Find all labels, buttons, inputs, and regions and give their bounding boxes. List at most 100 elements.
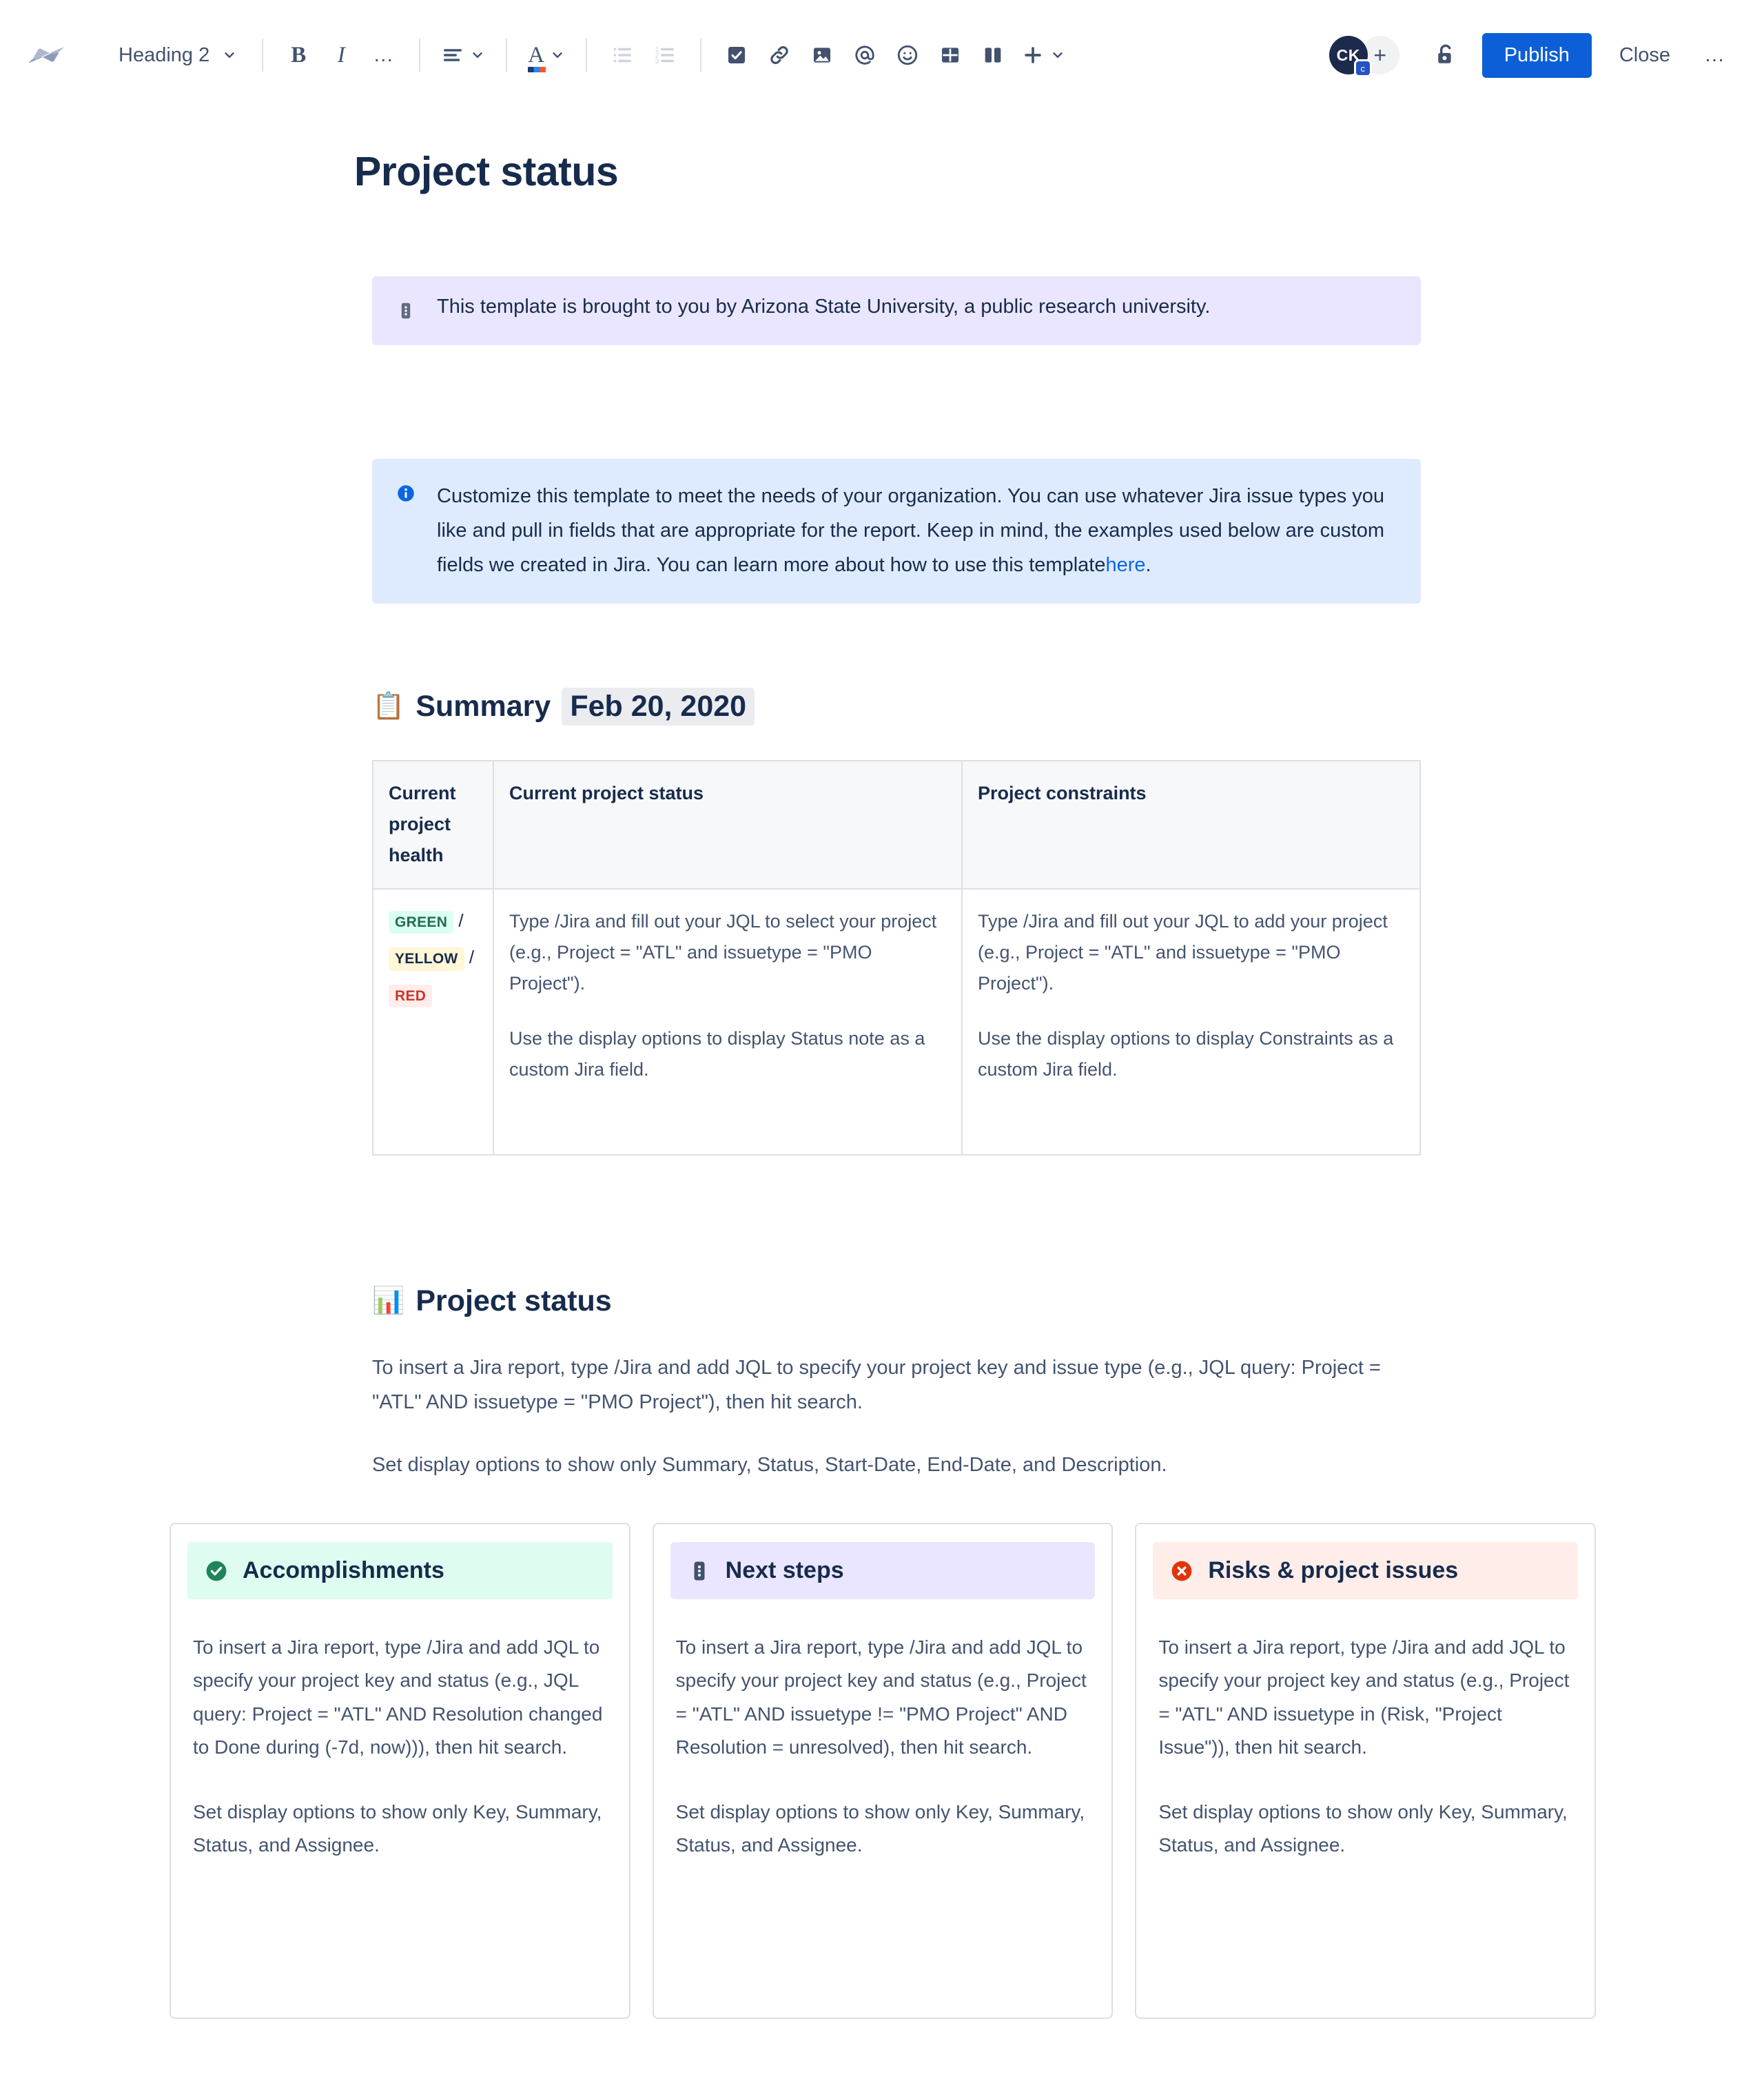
cell-paragraph: Use the display options to display Const… (978, 1027, 1394, 1080)
avatar-app-badge: c (1353, 59, 1372, 77)
info-panel-text: Customize this template to meet the need… (437, 480, 1397, 583)
summary-heading[interactable]: 📋 Summary Feb 20, 2020 (372, 687, 1410, 726)
emoji-button[interactable] (886, 34, 929, 76)
project-status-heading-label: Project status (416, 1284, 612, 1317)
link-button[interactable] (758, 34, 801, 76)
cell-paragraph: Type /Jira and fill out your JQL to sele… (509, 910, 937, 994)
card-body: To insert a Jira report, type /Jira and … (1153, 1631, 1578, 1862)
emoji-icon (897, 45, 918, 65)
toolbar-divider (419, 39, 421, 72)
cell-paragraph: Type /Jira and fill out your JQL to add … (978, 910, 1388, 994)
card-title: Next steps (725, 1557, 844, 1584)
insert-group (715, 34, 1072, 76)
date-chip[interactable]: Feb 20, 2020 (562, 687, 755, 726)
error-circle-icon (1169, 1559, 1194, 1583)
card-risks-issues[interactable]: Risks & project issues To insert a Jira … (1135, 1523, 1597, 2020)
text-color-button[interactable]: A (521, 34, 572, 76)
text-color-swatch (528, 66, 546, 72)
insert-more-button[interactable] (1014, 34, 1072, 76)
heading-style-select[interactable]: Heading 2 (107, 37, 248, 74)
numbered-list-button[interactable]: 1 2 3 (644, 34, 686, 76)
card-grid: Accomplishments To insert a Jira report,… (170, 1523, 1597, 2020)
document-content: Project status This template is brought … (354, 148, 1421, 1483)
health-line: YELLOW / (389, 943, 478, 973)
chevron-down-icon (473, 52, 482, 58)
here-link[interactable]: here (1105, 554, 1145, 576)
publish-button[interactable]: Publish (1481, 32, 1592, 78)
unlock-icon (1437, 44, 1451, 63)
italic-label: I (337, 42, 345, 68)
project-status-heading[interactable]: 📊 Project status (372, 1284, 1410, 1318)
image-icon (814, 48, 831, 63)
cell-paragraph: Use the display options to display Statu… (509, 1027, 925, 1080)
card-title: Risks & project issues (1208, 1557, 1459, 1584)
link-icon (770, 46, 788, 64)
text-align-button[interactable] (434, 34, 492, 76)
text-color-label: A (528, 42, 545, 68)
summary-table: Current project health Current project s… (372, 759, 1421, 1156)
card-next-steps[interactable]: Next steps To insert a Jira report, type… (652, 1523, 1114, 2020)
project-health-cell[interactable]: GREEN / YELLOW / RED (372, 887, 494, 1156)
table-header-row: Current project health Current project s… (372, 759, 1421, 890)
card-title: Accomplishments (243, 1557, 444, 1584)
health-line: GREEN / (389, 906, 478, 936)
more-options-icon: … (1704, 43, 1726, 66)
task-checkbox-icon (728, 47, 746, 63)
bold-button[interactable]: B (277, 34, 320, 76)
check-circle-icon (204, 1559, 229, 1583)
more-formatting-button[interactable]: … (362, 34, 405, 76)
image-button[interactable] (801, 34, 843, 76)
table-header-cell: Current project status (493, 759, 963, 890)
more-formatting-icon: … (373, 43, 396, 66)
status-badge-green: GREEN (389, 910, 454, 934)
italic-button[interactable]: I (320, 34, 362, 76)
card-paragraph: Set display options to show only Key, Su… (1158, 1800, 1568, 1856)
chevron-down-icon (225, 52, 234, 58)
mention-button[interactable] (843, 34, 886, 76)
bullet-list-button[interactable] (601, 34, 644, 76)
more-options-button[interactable]: … (1694, 34, 1736, 76)
action-item-button[interactable] (715, 34, 758, 76)
confluence-logo[interactable] (26, 35, 66, 75)
table-icon (942, 48, 959, 63)
restrictions-button[interactable] (1424, 34, 1467, 76)
card-paragraph: Set display options to show only Key, Su… (193, 1800, 602, 1856)
toolbar-divider (506, 39, 508, 72)
text-format-group: B I … (277, 34, 405, 76)
info-panel[interactable]: Customize this template to meet the need… (372, 459, 1421, 604)
project-status-cell[interactable]: Type /Jira and fill out your JQL to sele… (493, 887, 963, 1156)
note-panel-text: This template is brought to you by Arizo… (437, 296, 1211, 318)
table-button[interactable] (929, 34, 972, 76)
chevron-down-icon (553, 52, 562, 58)
card-accomplishments[interactable]: Accomplishments To insert a Jira report,… (170, 1523, 630, 2020)
note-icon (396, 297, 419, 325)
project-status-paragraph-1: To insert a Jira report, type /Jira and … (372, 1356, 1381, 1413)
add-people-label: + (1373, 42, 1387, 68)
card-body: To insert a Jira report, type /Jira and … (670, 1631, 1096, 1862)
layouts-button[interactable] (972, 34, 1014, 76)
chevron-down-icon (1053, 52, 1063, 58)
note-icon (687, 1559, 712, 1583)
card-paragraph: To insert a Jira report, type /Jira and … (1158, 1636, 1570, 1758)
table-header-cell: Project constraints (961, 759, 1421, 890)
info-text-before-link: Customize this template to meet the need… (437, 485, 1385, 576)
toolbar-divider (700, 39, 702, 72)
document-body: Project status This template is brought … (0, 148, 1764, 2074)
card-header: Risks & project issues (1153, 1542, 1579, 1600)
editor-toolbar: Heading 2 B I … A 1 2 3 CK c + Publish C… (0, 0, 1764, 110)
bold-label: B (291, 42, 307, 68)
project-constraints-cell[interactable]: Type /Jira and fill out your JQL to add … (961, 887, 1421, 1156)
list-group: 1 2 3 (601, 34, 686, 76)
svg-text:3: 3 (655, 58, 659, 65)
status-badge-red: RED (389, 985, 433, 1008)
card-paragraph: To insert a Jira report, type /Jira and … (675, 1636, 1087, 1758)
project-status-paragraph-2: Set display options to show only Summary… (372, 1454, 1167, 1477)
toolbar-divider (586, 39, 588, 72)
card-paragraph: Set display options to show only Key, Su… (675, 1800, 1085, 1856)
close-button[interactable]: Close (1601, 33, 1688, 78)
clipboard-emoji-icon: 📋 (372, 692, 405, 721)
card-header: Next steps (670, 1542, 1096, 1600)
page-title[interactable]: Project status (354, 148, 1410, 195)
note-panel[interactable]: This template is brought to you by Arizo… (372, 276, 1421, 345)
toolbar-divider (262, 39, 264, 72)
